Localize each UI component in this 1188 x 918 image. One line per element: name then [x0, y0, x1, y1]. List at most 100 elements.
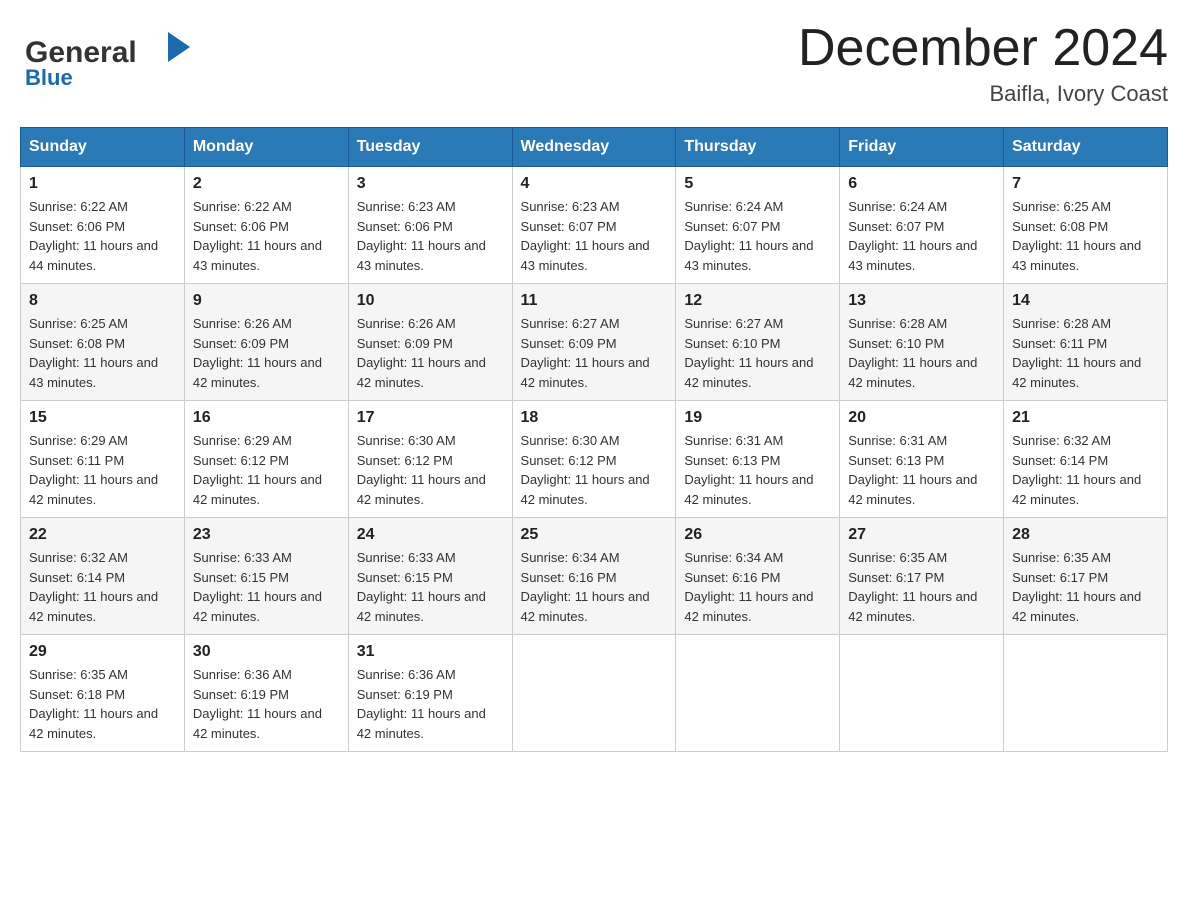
- calendar-week-1: 1 Sunrise: 6:22 AM Sunset: 6:06 PM Dayli…: [21, 167, 1168, 284]
- table-row: 24 Sunrise: 6:33 AM Sunset: 6:15 PM Dayl…: [348, 518, 512, 635]
- day-info: Sunrise: 6:36 AM Sunset: 6:19 PM Dayligh…: [357, 665, 504, 743]
- table-row: 15 Sunrise: 6:29 AM Sunset: 6:11 PM Dayl…: [21, 401, 185, 518]
- day-info: Sunrise: 6:31 AM Sunset: 6:13 PM Dayligh…: [848, 431, 995, 509]
- table-row: 17 Sunrise: 6:30 AM Sunset: 6:12 PM Dayl…: [348, 401, 512, 518]
- day-info: Sunrise: 6:35 AM Sunset: 6:17 PM Dayligh…: [848, 548, 995, 626]
- table-row: 23 Sunrise: 6:33 AM Sunset: 6:15 PM Dayl…: [184, 518, 348, 635]
- table-row: 19 Sunrise: 6:31 AM Sunset: 6:13 PM Dayl…: [676, 401, 840, 518]
- calendar-week-4: 22 Sunrise: 6:32 AM Sunset: 6:14 PM Dayl…: [21, 518, 1168, 635]
- table-row: 30 Sunrise: 6:36 AM Sunset: 6:19 PM Dayl…: [184, 635, 348, 752]
- day-info: Sunrise: 6:28 AM Sunset: 6:11 PM Dayligh…: [1012, 314, 1159, 392]
- header-sunday: Sunday: [21, 128, 185, 167]
- table-row: 26 Sunrise: 6:34 AM Sunset: 6:16 PM Dayl…: [676, 518, 840, 635]
- header-thursday: Thursday: [676, 128, 840, 167]
- month-title: December 2024: [798, 20, 1168, 77]
- table-row: 12 Sunrise: 6:27 AM Sunset: 6:10 PM Dayl…: [676, 284, 840, 401]
- day-number: 17: [357, 409, 504, 427]
- table-row: [1004, 635, 1168, 752]
- day-info: Sunrise: 6:34 AM Sunset: 6:16 PM Dayligh…: [521, 548, 668, 626]
- day-info: Sunrise: 6:30 AM Sunset: 6:12 PM Dayligh…: [521, 431, 668, 509]
- table-row: 4 Sunrise: 6:23 AM Sunset: 6:07 PM Dayli…: [512, 167, 676, 284]
- header-saturday: Saturday: [1004, 128, 1168, 167]
- day-number: 6: [848, 175, 995, 193]
- table-row: [676, 635, 840, 752]
- day-number: 22: [29, 526, 176, 544]
- day-info: Sunrise: 6:26 AM Sunset: 6:09 PM Dayligh…: [193, 314, 340, 392]
- day-info: Sunrise: 6:29 AM Sunset: 6:12 PM Dayligh…: [193, 431, 340, 509]
- day-info: Sunrise: 6:24 AM Sunset: 6:07 PM Dayligh…: [848, 197, 995, 275]
- page-header: General Blue December 2024 Baifla, Ivory…: [20, 20, 1168, 107]
- calendar-table: Sunday Monday Tuesday Wednesday Thursday…: [20, 127, 1168, 752]
- table-row: 2 Sunrise: 6:22 AM Sunset: 6:06 PM Dayli…: [184, 167, 348, 284]
- logo: General Blue: [20, 20, 210, 90]
- day-info: Sunrise: 6:33 AM Sunset: 6:15 PM Dayligh…: [193, 548, 340, 626]
- day-number: 7: [1012, 175, 1159, 193]
- header-friday: Friday: [840, 128, 1004, 167]
- day-info: Sunrise: 6:22 AM Sunset: 6:06 PM Dayligh…: [29, 197, 176, 275]
- table-row: 29 Sunrise: 6:35 AM Sunset: 6:18 PM Dayl…: [21, 635, 185, 752]
- day-info: Sunrise: 6:34 AM Sunset: 6:16 PM Dayligh…: [684, 548, 831, 626]
- day-number: 4: [521, 175, 668, 193]
- table-row: 22 Sunrise: 6:32 AM Sunset: 6:14 PM Dayl…: [21, 518, 185, 635]
- day-info: Sunrise: 6:29 AM Sunset: 6:11 PM Dayligh…: [29, 431, 176, 509]
- header-tuesday: Tuesday: [348, 128, 512, 167]
- table-row: 13 Sunrise: 6:28 AM Sunset: 6:10 PM Dayl…: [840, 284, 1004, 401]
- day-info: Sunrise: 6:36 AM Sunset: 6:19 PM Dayligh…: [193, 665, 340, 743]
- day-number: 1: [29, 175, 176, 193]
- table-row: 1 Sunrise: 6:22 AM Sunset: 6:06 PM Dayli…: [21, 167, 185, 284]
- table-row: 3 Sunrise: 6:23 AM Sunset: 6:06 PM Dayli…: [348, 167, 512, 284]
- day-info: Sunrise: 6:32 AM Sunset: 6:14 PM Dayligh…: [29, 548, 176, 626]
- table-row: 11 Sunrise: 6:27 AM Sunset: 6:09 PM Dayl…: [512, 284, 676, 401]
- day-number: 18: [521, 409, 668, 427]
- day-info: Sunrise: 6:27 AM Sunset: 6:09 PM Dayligh…: [521, 314, 668, 392]
- table-row: 20 Sunrise: 6:31 AM Sunset: 6:13 PM Dayl…: [840, 401, 1004, 518]
- day-number: 28: [1012, 526, 1159, 544]
- table-row: 7 Sunrise: 6:25 AM Sunset: 6:08 PM Dayli…: [1004, 167, 1168, 284]
- day-number: 21: [1012, 409, 1159, 427]
- svg-text:Blue: Blue: [25, 65, 73, 90]
- day-number: 27: [848, 526, 995, 544]
- day-info: Sunrise: 6:35 AM Sunset: 6:17 PM Dayligh…: [1012, 548, 1159, 626]
- day-number: 9: [193, 292, 340, 310]
- day-number: 8: [29, 292, 176, 310]
- day-info: Sunrise: 6:31 AM Sunset: 6:13 PM Dayligh…: [684, 431, 831, 509]
- table-row: 21 Sunrise: 6:32 AM Sunset: 6:14 PM Dayl…: [1004, 401, 1168, 518]
- table-row: 8 Sunrise: 6:25 AM Sunset: 6:08 PM Dayli…: [21, 284, 185, 401]
- day-number: 20: [848, 409, 995, 427]
- day-number: 15: [29, 409, 176, 427]
- header-monday: Monday: [184, 128, 348, 167]
- day-number: 14: [1012, 292, 1159, 310]
- day-number: 23: [193, 526, 340, 544]
- day-info: Sunrise: 6:23 AM Sunset: 6:07 PM Dayligh…: [521, 197, 668, 275]
- day-info: Sunrise: 6:30 AM Sunset: 6:12 PM Dayligh…: [357, 431, 504, 509]
- calendar-week-2: 8 Sunrise: 6:25 AM Sunset: 6:08 PM Dayli…: [21, 284, 1168, 401]
- day-info: Sunrise: 6:35 AM Sunset: 6:18 PM Dayligh…: [29, 665, 176, 743]
- day-info: Sunrise: 6:23 AM Sunset: 6:06 PM Dayligh…: [357, 197, 504, 275]
- day-info: Sunrise: 6:26 AM Sunset: 6:09 PM Dayligh…: [357, 314, 504, 392]
- table-row: 9 Sunrise: 6:26 AM Sunset: 6:09 PM Dayli…: [184, 284, 348, 401]
- day-number: 12: [684, 292, 831, 310]
- day-number: 5: [684, 175, 831, 193]
- day-info: Sunrise: 6:33 AM Sunset: 6:15 PM Dayligh…: [357, 548, 504, 626]
- table-row: 31 Sunrise: 6:36 AM Sunset: 6:19 PM Dayl…: [348, 635, 512, 752]
- day-number: 13: [848, 292, 995, 310]
- table-row: [840, 635, 1004, 752]
- day-info: Sunrise: 6:25 AM Sunset: 6:08 PM Dayligh…: [1012, 197, 1159, 275]
- day-number: 10: [357, 292, 504, 310]
- day-number: 26: [684, 526, 831, 544]
- header-wednesday: Wednesday: [512, 128, 676, 167]
- day-number: 3: [357, 175, 504, 193]
- logo-svg: General Blue: [20, 20, 210, 90]
- calendar-week-5: 29 Sunrise: 6:35 AM Sunset: 6:18 PM Dayl…: [21, 635, 1168, 752]
- table-row: 14 Sunrise: 6:28 AM Sunset: 6:11 PM Dayl…: [1004, 284, 1168, 401]
- table-row: 10 Sunrise: 6:26 AM Sunset: 6:09 PM Dayl…: [348, 284, 512, 401]
- day-number: 19: [684, 409, 831, 427]
- day-info: Sunrise: 6:25 AM Sunset: 6:08 PM Dayligh…: [29, 314, 176, 392]
- day-info: Sunrise: 6:28 AM Sunset: 6:10 PM Dayligh…: [848, 314, 995, 392]
- day-info: Sunrise: 6:22 AM Sunset: 6:06 PM Dayligh…: [193, 197, 340, 275]
- table-row: 27 Sunrise: 6:35 AM Sunset: 6:17 PM Dayl…: [840, 518, 1004, 635]
- day-number: 31: [357, 643, 504, 661]
- table-row: 16 Sunrise: 6:29 AM Sunset: 6:12 PM Dayl…: [184, 401, 348, 518]
- calendar-header-row: Sunday Monday Tuesday Wednesday Thursday…: [21, 128, 1168, 167]
- table-row: 25 Sunrise: 6:34 AM Sunset: 6:16 PM Dayl…: [512, 518, 676, 635]
